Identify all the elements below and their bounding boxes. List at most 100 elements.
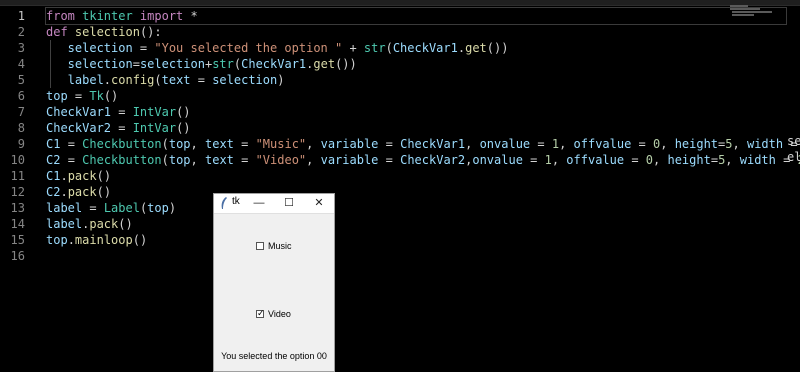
code-token: onvalue bbox=[472, 153, 531, 167]
code-token: () bbox=[176, 105, 191, 119]
code-line[interactable]: def selection(): bbox=[46, 24, 162, 40]
code-token: Checkbutton bbox=[82, 153, 162, 167]
check-mark-icon: ✓ bbox=[257, 308, 265, 318]
code-token: variable bbox=[320, 137, 386, 151]
code-line[interactable]: C2.pack() bbox=[46, 184, 111, 200]
code-token: offvalue bbox=[566, 153, 632, 167]
code-token: () bbox=[176, 121, 191, 135]
code-line[interactable]: selection = "You selected the option " +… bbox=[46, 40, 509, 56]
code-token: get bbox=[465, 41, 487, 55]
code-token: , bbox=[660, 137, 675, 151]
code-token: CheckVar2 bbox=[46, 121, 119, 135]
checkbutton-music[interactable]: Music bbox=[256, 241, 292, 251]
checkbutton-video[interactable]: ✓ Video bbox=[256, 308, 291, 319]
code-token: . bbox=[60, 185, 68, 199]
overflow-fragment-10: el bbox=[787, 150, 800, 164]
indent-guide bbox=[50, 56, 51, 72]
code-line[interactable]: top = Tk() bbox=[46, 88, 118, 104]
code-token: pack bbox=[89, 217, 119, 231]
line-number: 4 bbox=[17, 57, 25, 71]
code-token: ()) bbox=[335, 57, 357, 71]
code-token: . bbox=[67, 233, 75, 247]
overflow-fragment-9: se bbox=[787, 134, 800, 148]
code-token: C2 bbox=[46, 185, 61, 199]
line-number: 2 bbox=[17, 25, 25, 39]
line-number: 14 bbox=[10, 217, 25, 231]
code-line[interactable]: from tkinter import * bbox=[45, 7, 787, 25]
code-token: = bbox=[710, 153, 719, 167]
code-token: , bbox=[551, 153, 567, 167]
code-token: pack bbox=[67, 169, 97, 183]
code-line[interactable]: CheckVar2 = IntVar() bbox=[46, 120, 191, 136]
code-line[interactable]: label = Label(top) bbox=[46, 200, 176, 216]
code-token: import bbox=[139, 9, 191, 23]
code-line[interactable]: C2 = Checkbutton(top, text = "Video", va… bbox=[46, 152, 800, 168]
code-token: width bbox=[746, 137, 791, 151]
code-token: = bbox=[118, 121, 133, 135]
code-token: , bbox=[559, 137, 574, 151]
code-token: CheckVar2 bbox=[400, 153, 466, 167]
code-token: , bbox=[306, 137, 321, 151]
code-line[interactable]: C1.pack() bbox=[46, 168, 111, 184]
code-line[interactable]: label.pack() bbox=[46, 216, 133, 232]
line-number: 13 bbox=[10, 201, 25, 215]
minimize-button[interactable]: — bbox=[244, 194, 274, 213]
code-token: Checkbutton bbox=[82, 137, 162, 151]
code-token: variable bbox=[320, 153, 386, 167]
code-token: C1 bbox=[46, 169, 61, 183]
code-token: . bbox=[60, 169, 68, 183]
code-token: () bbox=[96, 185, 112, 199]
code-token: text bbox=[205, 137, 242, 151]
line-number: 10 bbox=[10, 153, 25, 167]
code-line[interactable]: C1 = Checkbutton(top, text = "Music", va… bbox=[46, 136, 800, 152]
code-token: CheckVar1 bbox=[46, 105, 119, 119]
code-token: label bbox=[46, 73, 104, 87]
code-token: = bbox=[631, 153, 646, 167]
code-token: selection bbox=[74, 25, 140, 39]
code-token: = bbox=[139, 41, 155, 55]
code-token: C2 bbox=[46, 153, 68, 167]
code-token: ) bbox=[277, 73, 285, 87]
code-token: = bbox=[385, 153, 401, 167]
code-token: 5 bbox=[725, 137, 733, 151]
code-token: , bbox=[306, 153, 321, 167]
code-token: = bbox=[530, 153, 545, 167]
code-token: + bbox=[342, 41, 364, 55]
code-token: , bbox=[190, 137, 205, 151]
code-token: selection bbox=[46, 57, 133, 71]
code-token: = bbox=[89, 201, 104, 215]
code-token: height bbox=[667, 153, 711, 167]
checkbox-checked-icon[interactable]: ✓ bbox=[256, 308, 265, 318]
code-line[interactable]: CheckVar1 = IntVar() bbox=[46, 104, 191, 120]
checkbox-unchecked-icon[interactable] bbox=[256, 242, 264, 250]
code-editor[interactable]: 1 2 3 4 5 6 7 8 9 10 11 12 13 14 15 16 from tkinter imp… bbox=[0, 5, 800, 372]
code-token: , bbox=[725, 153, 740, 167]
tk-window[interactable]: tk — ☐ ✕ Music ✓ Video You selected the … bbox=[213, 193, 335, 372]
code-token: offvalue bbox=[573, 137, 639, 151]
code-line[interactable]: top.mainloop() bbox=[46, 232, 147, 248]
line-number: 16 bbox=[10, 249, 25, 263]
maximize-button[interactable]: ☐ bbox=[274, 194, 304, 213]
code-line[interactable]: label.config(text = selection) bbox=[46, 72, 285, 88]
code-token: onvalue bbox=[479, 137, 538, 151]
code-token: , bbox=[653, 153, 668, 167]
code-token: = bbox=[67, 137, 83, 151]
code-token: = bbox=[241, 153, 256, 167]
minimap[interactable] bbox=[728, 5, 800, 25]
code-token: str bbox=[363, 41, 386, 55]
code-token: ( bbox=[161, 153, 169, 167]
code-line[interactable]: selection=selection+str(CheckVar1.get()) bbox=[46, 56, 357, 72]
code-token: pack bbox=[67, 185, 97, 199]
tk-title-bar[interactable]: tk — ☐ ✕ bbox=[214, 194, 334, 214]
code-token: = bbox=[74, 89, 90, 103]
code-token: , bbox=[465, 137, 480, 151]
code-token: C1 bbox=[46, 137, 68, 151]
code-token: () bbox=[103, 89, 119, 103]
code-token: label bbox=[46, 217, 83, 231]
line-number: 11 bbox=[10, 169, 25, 183]
code-token: . bbox=[457, 41, 466, 55]
code-token: IntVar bbox=[132, 105, 177, 119]
line-number: 8 bbox=[17, 121, 25, 135]
close-button[interactable]: ✕ bbox=[304, 194, 334, 213]
code-token: = bbox=[67, 153, 83, 167]
